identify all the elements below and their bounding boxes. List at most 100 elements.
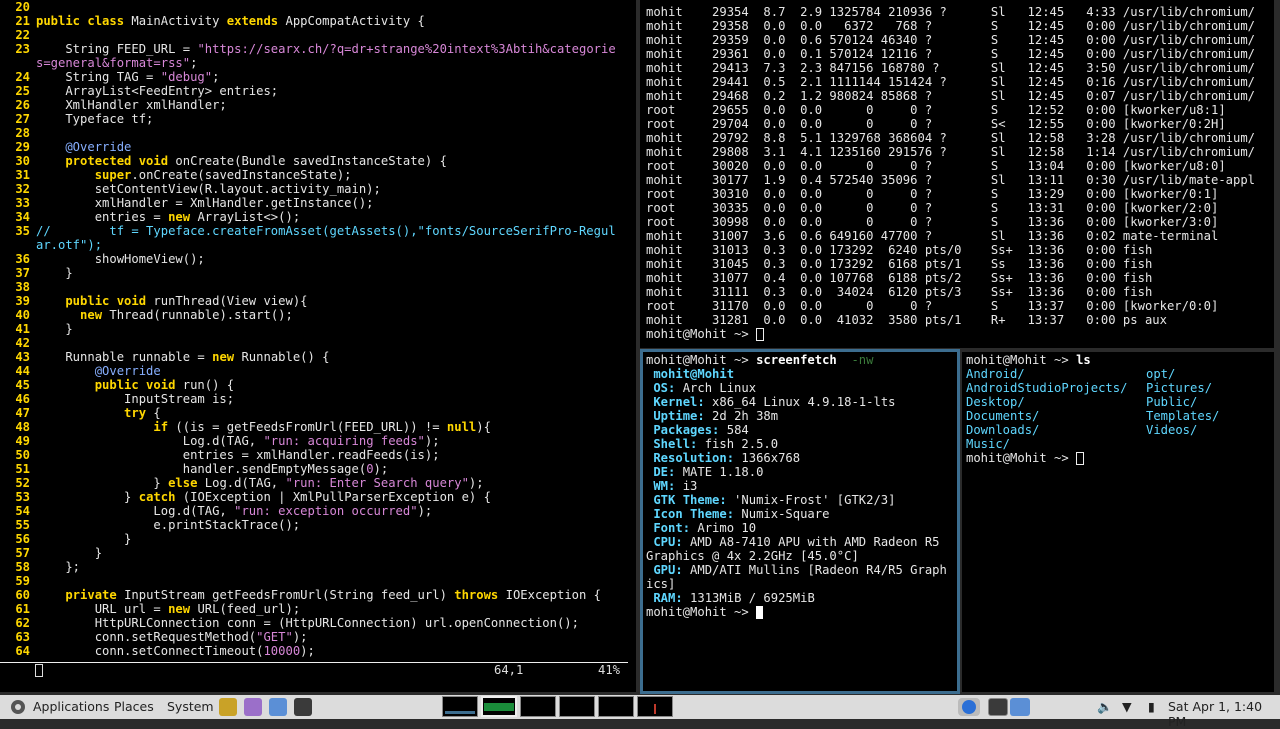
directory-entry[interactable]: AndroidStudioProjects/ [966, 381, 1146, 395]
code-token: Runnable() { [241, 350, 330, 364]
code-token: ArrayList<FeedEntry> entries; [36, 84, 279, 98]
code-token: Log.d(TAG, [204, 476, 286, 490]
system-menu[interactable]: System [167, 699, 214, 714]
code-token: ); [417, 504, 433, 518]
code-token: entries = xmlHandler.readFeeds(is); [36, 448, 440, 462]
line-number: 26 [15, 98, 30, 112]
info-value: 1366x768 [734, 451, 801, 465]
process-row: root 30335 0.0 0.0 0 0 ? S 13:31 0:00 [k… [646, 201, 1219, 215]
info-value: Arimo 10 [690, 521, 757, 535]
text-editor-icon[interactable] [244, 698, 262, 716]
command-text: ls [1076, 353, 1091, 367]
ls-prompt-line[interactable]: mohit@Mohit ~> [962, 451, 1274, 465]
info-key: OS: [653, 381, 676, 395]
info-value: Graphics @ 4x 2.2GHz [45.0°C] [646, 549, 859, 563]
code-line: 52 } else Log.d(TAG, "run: Enter Search … [0, 476, 636, 490]
process-row: root 30998 0.0 0.0 0 0 ? S 13:36 0:00 [k… [646, 215, 1219, 229]
code-token: "run: Enter Search query" [285, 476, 469, 490]
ls-terminal-pane[interactable]: mohit@Mohit ~> ls Android/opt/AndroidStu… [962, 352, 1274, 692]
code-token: { [153, 406, 161, 420]
terminal-icon[interactable] [294, 698, 312, 716]
process-row: root 29655 0.0 0.0 0 0 ? S 12:52 0:00 [k… [646, 103, 1226, 117]
directory-entry[interactable]: Desktop/ [966, 395, 1146, 409]
code-line: 49 Log.d(TAG, "run: acquiring feeds"); [0, 434, 636, 448]
code-line: 63 conn.setRequestMethod("GET"); [0, 630, 636, 644]
code-token: ar.otf"); [36, 238, 103, 252]
info-value: fish 2.5.0 [697, 437, 779, 451]
directory-entry[interactable]: Documents/ [966, 409, 1146, 423]
code-token: "run: exception occurred" [234, 504, 418, 518]
wifi-icon[interactable]: ▼ [1122, 699, 1132, 714]
directory-listing: Android/opt/AndroidStudioProjects/Pictur… [962, 367, 1274, 451]
code-line: 21 public class MainActivity extends AppC… [0, 14, 636, 28]
workspace-3[interactable] [520, 696, 556, 717]
code-line: 53 } catch (IOException | XmlPullParserE… [0, 490, 636, 504]
volume-icon[interactable]: 🔈 [1097, 699, 1113, 715]
code-line: 32 setContentView(R.layout.activity_main… [0, 182, 636, 196]
code-token: run() { [182, 378, 235, 392]
code-line: 64 conn.setConnectTimeout(10000); [0, 644, 636, 658]
code-token: public void [36, 378, 183, 392]
code-token: ((is = getFeedsFromUrl(FEED_URL)) != [175, 420, 447, 434]
workspace-6[interactable] [637, 696, 673, 717]
code-token: Thread(runnable).start(); [109, 308, 293, 322]
places-menu[interactable]: Places [114, 699, 154, 714]
screenfetch-terminal-pane[interactable]: mohit@Mohit ~> screenfetch -nw mohit@Moh… [640, 349, 960, 694]
vim-code-area[interactable]: 20 21 public class MainActivity extends Ap… [0, 0, 636, 658]
listing-row: AndroidStudioProjects/Pictures/ [962, 381, 1274, 395]
process-row: mohit 29792 8.8 5.1 1329768 368604 ? Sl … [646, 131, 1256, 145]
distro-logo-icon[interactable] [10, 699, 26, 715]
code-token: } [36, 546, 103, 560]
clock[interactable]: Sat Apr 1, 1:40 PM [1168, 699, 1280, 729]
code-token: onCreate(Bundle savedInstanceState) { [175, 154, 447, 168]
code-token: } [36, 322, 73, 336]
listing-row: Documents/Templates/ [962, 409, 1274, 423]
system-info-row: Font: Arimo 10 [643, 521, 957, 535]
battery-icon[interactable]: ▮ [1148, 699, 1155, 714]
vim-editor-pane[interactable]: 20 21 public class MainActivity extends Ap… [0, 0, 636, 692]
directory-entry[interactable]: Videos/ [1146, 423, 1197, 437]
directory-entry[interactable]: Templates/ [1146, 409, 1219, 423]
workspace-4[interactable] [559, 696, 595, 717]
process-row: root 30310 0.0 0.0 0 0 ? S 13:29 0:00 [k… [646, 187, 1219, 201]
line-number: 37 [15, 266, 30, 280]
bottom-panel: Applications Places System 🔈 ▼ ▮ Sat Apr… [0, 695, 1280, 729]
code-token: // tf = Typeface.createFromAsset(getAsse… [36, 224, 616, 238]
workspace-5[interactable] [598, 696, 634, 717]
screenfetch-prompt-line[interactable]: mohit@Mohit ~> [643, 605, 957, 619]
terminal-icon[interactable] [988, 698, 1008, 716]
chromium-icon[interactable] [958, 698, 980, 716]
process-row: mohit 31111 0.3 0.0 34024 6120 pts/3 Ss+… [646, 285, 1153, 299]
workspace-1[interactable] [442, 696, 478, 717]
code-token: Typeface tf; [36, 112, 154, 126]
code-token: Log.d(TAG, [36, 434, 264, 448]
code-token: else [168, 476, 205, 490]
code-token: ); [373, 462, 389, 476]
ps-prompt-line[interactable]: mohit@Mohit ~> [640, 327, 1274, 341]
directory-entry[interactable]: Music/ [966, 437, 1146, 451]
line-number: 44 [15, 364, 30, 378]
grid-icon[interactable] [1010, 698, 1030, 716]
workspace-2[interactable] [481, 696, 517, 717]
applications-menu[interactable]: Applications [33, 699, 109, 714]
code-line: s=general&format=rss"; [0, 56, 636, 70]
browser-icon[interactable] [269, 698, 287, 716]
directory-entry[interactable]: Pictures/ [1146, 381, 1212, 395]
system-info-row: Graphics @ 4x 2.2GHz [45.0°C] [643, 549, 957, 563]
info-value: AMD/ATI Mullins [Radeon R4/R5 Graph [682, 563, 947, 577]
directory-entry[interactable]: Downloads/ [966, 423, 1146, 437]
shell-prompt: mohit@Mohit ~> [646, 605, 757, 619]
code-token: super [36, 168, 132, 182]
directory-entry[interactable]: Public/ [1146, 395, 1197, 409]
ps-terminal-pane[interactable]: mohit 29354 8.7 2.9 1325784 210936 ? Sl … [640, 0, 1274, 348]
line-number: 53 [15, 490, 30, 504]
directory-entry[interactable]: Android/ [966, 367, 1146, 381]
code-line: 43 Runnable runnable = new Runnable() { [0, 350, 636, 364]
directory-entry[interactable]: opt/ [1146, 367, 1175, 381]
file-manager-icon[interactable] [219, 698, 237, 716]
code-line: 51 handler.sendEmptyMessage(0); [0, 462, 636, 476]
process-list: mohit 29354 8.7 2.9 1325784 210936 ? Sl … [640, 5, 1274, 327]
code-token: ArrayList<>(); [197, 210, 301, 224]
info-key: RAM: [653, 591, 683, 605]
code-token: throws [454, 588, 506, 602]
